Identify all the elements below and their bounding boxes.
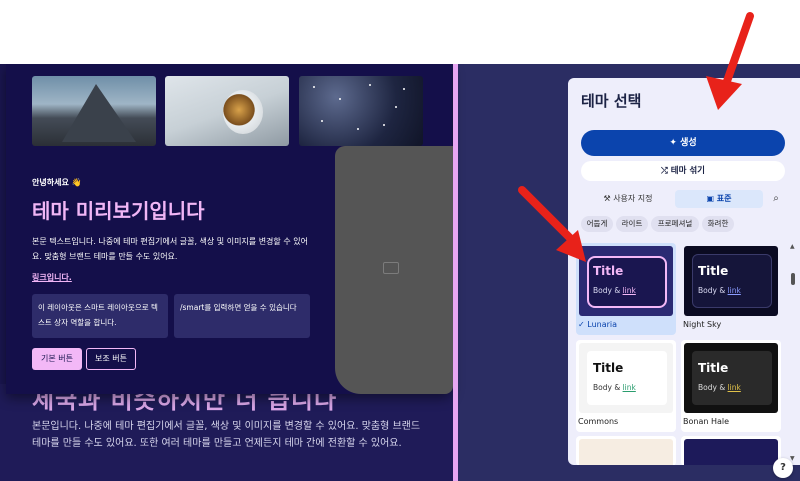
annotation-arrows bbox=[518, 12, 754, 262]
arrow-icon bbox=[706, 12, 754, 110]
arrow-icon bbox=[518, 186, 586, 262]
